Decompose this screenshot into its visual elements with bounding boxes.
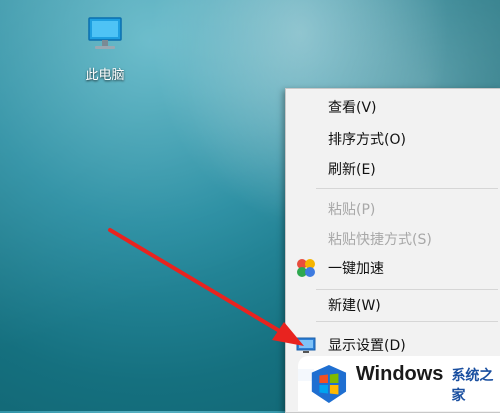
speedup-icon [295,257,317,279]
windows-logo-icon [311,364,347,403]
menu-item-label: 新建(W) [328,298,381,314]
menu-item-view[interactable]: 查看(V) [286,95,500,119]
menu-item-display-settings[interactable]: 显示设置(D) [286,333,500,357]
menu-item-refresh[interactable]: 刷新(E) [286,157,500,181]
menu-item-label: 刷新(E) [328,162,376,178]
menu-item-label: 粘贴快捷方式(S) [328,232,432,248]
menu-separator [316,188,498,189]
menu-item-label: 查看(V) [328,100,377,116]
menu-item-paste-shortcut[interactable]: 粘贴快捷方式(S) [286,227,500,251]
desktop-icon-this-pc[interactable]: 此电脑 [70,14,140,83]
menu-item-paste[interactable]: 粘贴(P) [286,197,500,221]
watermark-brand: Windows [355,362,444,385]
display-icon [295,334,317,356]
menu-item-label: 粘贴(P) [328,202,376,218]
computer-icon [88,17,122,49]
menu-item-sort[interactable]: 排序方式(O) [286,127,500,151]
menu-item-label: 一键加速 [328,261,384,277]
menu-separator [316,289,498,290]
menu-item-label: 显示设置(D) [328,338,406,354]
menu-item-label: 排序方式(O) [328,132,406,148]
watermark-site: 系统之家 [451,367,494,404]
menu-item-speedup[interactable]: 一键加速 [286,256,500,280]
menu-separator [316,321,498,322]
watermark: Windows 系统之家 [298,356,500,411]
desktop-icon-label: 此电脑 [85,68,125,83]
menu-item-new[interactable]: 新建(W) [286,293,500,317]
